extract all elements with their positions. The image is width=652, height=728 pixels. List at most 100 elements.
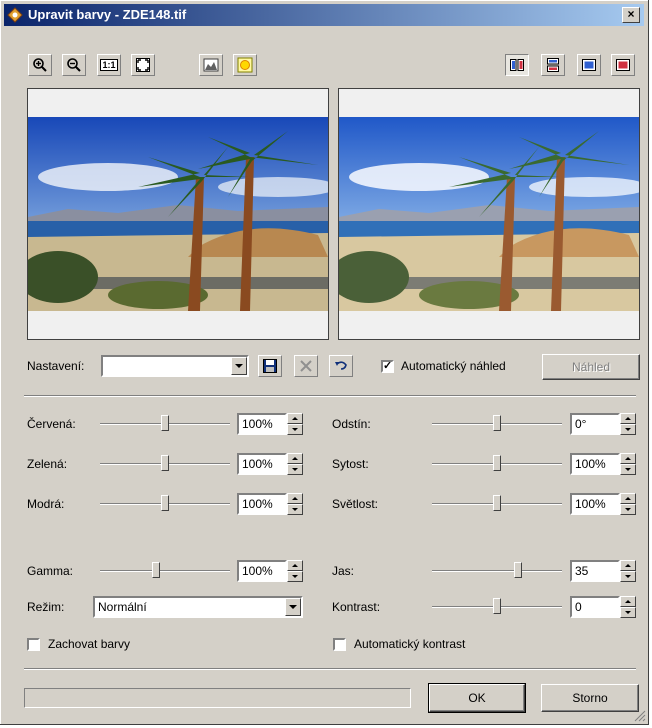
keep-colors-checkbox[interactable] — [27, 638, 40, 651]
undo-button[interactable] — [329, 355, 353, 377]
actual-size-button[interactable]: 1:1 — [97, 54, 121, 76]
red-spinner[interactable]: 100% — [237, 413, 303, 435]
red-slider-thumb[interactable] — [161, 415, 169, 431]
title-bar[interactable]: Upravit barvy - ZDE148.tif × — [4, 4, 644, 26]
fit-to-window-button[interactable] — [131, 54, 155, 76]
contrast-input[interactable]: 0 — [570, 596, 620, 618]
green-input[interactable]: 100% — [237, 453, 287, 475]
green-label-text: Zelená: — [27, 457, 68, 471]
blue-up-button[interactable] — [287, 493, 303, 504]
blue-down-button[interactable] — [287, 504, 303, 515]
red-up-button[interactable] — [287, 413, 303, 424]
gamma-down-button[interactable] — [287, 571, 303, 582]
lightness-slider-thumb[interactable] — [493, 495, 501, 511]
contrast-down-button[interactable] — [620, 607, 636, 618]
blue-input[interactable]: 100% — [237, 493, 287, 515]
lightness-spinner[interactable]: 100% — [570, 493, 636, 515]
blue-slider-thumb[interactable] — [161, 495, 169, 511]
original-view-button[interactable] — [611, 54, 635, 76]
green-spinner[interactable]: 100% — [237, 453, 303, 475]
keep-colors-label[interactable]: Zachovat barvy — [48, 637, 130, 651]
brightness-spinner[interactable]: 35 — [570, 560, 636, 582]
preset-dropdown-button[interactable] — [231, 357, 247, 375]
green-up-button[interactable] — [287, 453, 303, 464]
delete-preset-button[interactable] — [294, 355, 318, 377]
saturation-slider-thumb[interactable] — [493, 455, 501, 471]
ok-button[interactable]: OK — [428, 683, 526, 713]
green-slider[interactable] — [100, 454, 230, 474]
hue-slider-thumb[interactable] — [493, 415, 501, 431]
preset-combo[interactable] — [101, 355, 249, 377]
close-button[interactable]: × — [622, 7, 640, 23]
auto-preview-label[interactable]: Automatický náhled — [401, 359, 506, 373]
brightness-up-button[interactable] — [620, 560, 636, 571]
hue-slider[interactable] — [432, 414, 562, 434]
brightness-down-button[interactable] — [620, 571, 636, 582]
cancel-button-label: Storno — [572, 691, 608, 705]
zoom-in-button[interactable] — [28, 54, 52, 76]
saturation-spinner[interactable]: 100% — [570, 453, 636, 475]
gamma-up-button[interactable] — [287, 560, 303, 571]
brightness-slider-thumb[interactable] — [514, 562, 522, 578]
red-input[interactable]: 100% — [237, 413, 287, 435]
lightness-slider[interactable] — [432, 494, 562, 514]
zoom-out-button[interactable] — [62, 54, 86, 76]
adjusted-preview[interactable] — [338, 88, 640, 340]
app-icon — [7, 7, 23, 23]
window-title: Upravit barvy - ZDE148.tif — [28, 7, 187, 22]
contrast-up-button[interactable] — [620, 596, 636, 607]
gamma-input[interactable]: 100% — [237, 560, 287, 582]
single-view-icon — [582, 59, 596, 71]
saturation-down-button[interactable] — [620, 464, 636, 475]
brightness-label: Jas: — [332, 564, 355, 578]
gamma-slider[interactable] — [100, 561, 230, 581]
mode-dropdown-button[interactable] — [285, 598, 301, 616]
auto-contrast-checkbox[interactable] — [333, 638, 346, 651]
sun-icon — [237, 57, 253, 73]
zoom-out-icon — [67, 58, 81, 72]
original-preview[interactable] — [27, 88, 329, 340]
contrast-label: Kontrast: — [332, 600, 381, 614]
lightness-down-button[interactable] — [620, 504, 636, 515]
preview-button[interactable]: Náhled — [542, 354, 640, 380]
saturation-label: Sytost: — [332, 457, 369, 471]
auto-preview-checkbox[interactable]: ✓ — [381, 360, 394, 373]
top-bottom-view-button[interactable] — [541, 54, 565, 76]
mode-combo[interactable]: Normální — [93, 596, 303, 618]
green-down-button[interactable] — [287, 464, 303, 475]
green-slider-thumb[interactable] — [161, 455, 169, 471]
blue-slider[interactable] — [100, 494, 230, 514]
save-preset-button[interactable] — [258, 355, 282, 377]
auto-color-button[interactable] — [233, 54, 257, 76]
resize-grip-icon[interactable] — [634, 710, 646, 722]
side-by-side-view-button[interactable] — [505, 54, 529, 76]
lightness-input[interactable]: 100% — [570, 493, 620, 515]
preview-button-label: Náhled — [571, 360, 611, 374]
lightness-label: Světlost: — [332, 497, 379, 511]
single-view-button[interactable] — [577, 54, 601, 76]
red-down-button[interactable] — [287, 424, 303, 435]
contrast-slider[interactable] — [432, 597, 562, 617]
separator — [24, 395, 636, 397]
saturation-slider[interactable] — [432, 454, 562, 474]
histogram-button[interactable] — [199, 54, 223, 76]
saturation-up-button[interactable] — [620, 453, 636, 464]
gamma-slider-thumb[interactable] — [152, 562, 160, 578]
hue-up-button[interactable] — [620, 413, 636, 424]
hue-input[interactable]: 0° — [570, 413, 620, 435]
brightness-slider[interactable] — [432, 561, 562, 581]
contrast-slider-thumb[interactable] — [493, 598, 501, 614]
contrast-spinner[interactable]: 0 — [570, 596, 636, 618]
zoom-in-icon — [33, 58, 47, 72]
lightness-up-button[interactable] — [620, 493, 636, 504]
gamma-spinner[interactable]: 100% — [237, 560, 303, 582]
saturation-input[interactable]: 100% — [570, 453, 620, 475]
hue-down-button[interactable] — [620, 424, 636, 435]
blue-label: Modrá: — [27, 497, 64, 511]
blue-spinner[interactable]: 100% — [237, 493, 303, 515]
hue-spinner[interactable]: 0° — [570, 413, 636, 435]
brightness-input[interactable]: 35 — [570, 560, 620, 582]
red-slider[interactable] — [100, 414, 230, 434]
auto-contrast-label[interactable]: Automatický kontrast — [354, 637, 465, 651]
cancel-button[interactable]: Storno — [541, 684, 639, 712]
